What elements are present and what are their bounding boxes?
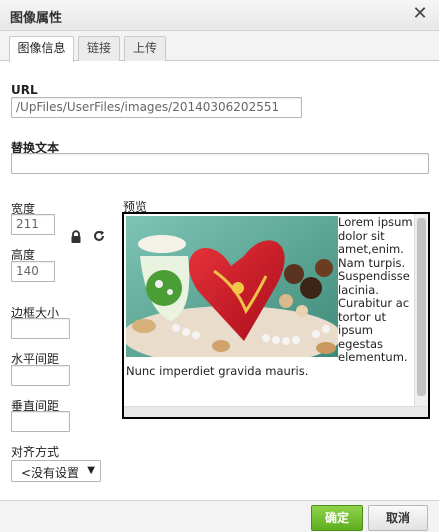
preview-content: Lorem ipsum dolor sit amet,enim. Nam tur… — [126, 216, 416, 406]
height-field[interactable]: 140 — [11, 261, 55, 282]
preview-vertical-scrollbar[interactable] — [414, 214, 428, 406]
lock-icon[interactable] — [69, 230, 83, 244]
tab-upload[interactable]: 上传 — [124, 36, 166, 61]
tab-image-info[interactable]: 图像信息 — [9, 36, 74, 62]
dialog-titlebar: 图像属性 ✕ — [0, 0, 439, 31]
cancel-button[interactable]: 取消 — [368, 505, 428, 531]
ok-button[interactable]: 确定 — [311, 505, 363, 531]
preview-horizontal-scrollbar[interactable] — [124, 406, 428, 417]
preview-pane[interactable]: Lorem ipsum dolor sit amet,enim. Nam tur… — [122, 212, 430, 419]
close-icon[interactable]: ✕ — [409, 3, 431, 25]
tab-strip: 图像信息 链接 上传 — [0, 31, 439, 62]
hspace-field[interactable] — [11, 365, 70, 386]
align-select[interactable]: <没有设置 ▼ — [11, 460, 101, 482]
reset-size-icon[interactable] — [92, 229, 106, 243]
url-label: URL — [11, 83, 38, 97]
chevron-down-icon: ▼ — [87, 465, 95, 476]
preview-image — [126, 216, 338, 357]
tab-link[interactable]: 链接 — [78, 36, 120, 61]
vspace-field[interactable] — [11, 411, 70, 432]
width-field[interactable]: 211 — [11, 214, 55, 235]
border-field[interactable] — [11, 318, 70, 339]
scrollbar-thumb[interactable] — [417, 218, 426, 396]
url-field[interactable]: /UpFiles/UserFiles/images/20140306202551 — [11, 97, 302, 118]
align-selected-value: <没有设置 — [21, 466, 80, 480]
align-label: 对齐方式 — [11, 445, 60, 459]
alt-text-field[interactable] — [11, 153, 429, 174]
dialog-title: 图像属性 — [10, 11, 63, 26]
